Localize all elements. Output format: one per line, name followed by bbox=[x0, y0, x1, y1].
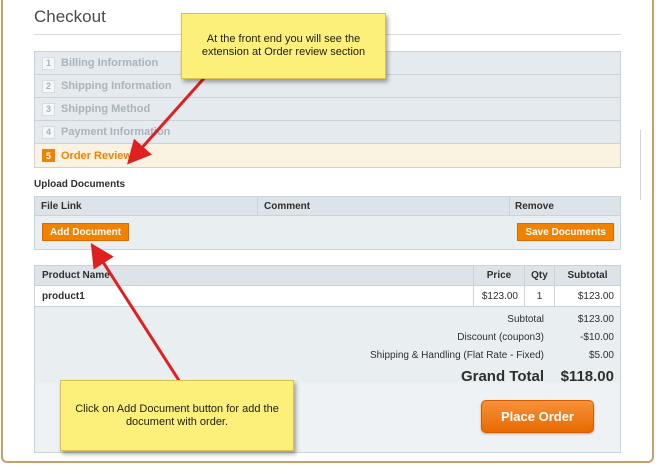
callout-note-order-review: At the front end you will see the extens… bbox=[181, 13, 386, 79]
product-name: product1 bbox=[42, 290, 85, 302]
column-subtotal: Subtotal bbox=[554, 266, 620, 285]
step-label: Shipping Method bbox=[61, 103, 151, 115]
right-divider bbox=[640, 130, 641, 200]
shipping-row: Shipping & Handling (Flat Rate - Fixed) … bbox=[35, 346, 620, 364]
step-label: Billing Information bbox=[61, 57, 159, 69]
step-payment-information[interactable]: 4 Payment Information bbox=[35, 121, 620, 144]
discount-row: Discount (coupon3) -$10.00 bbox=[35, 328, 620, 346]
column-comment: Comment bbox=[258, 197, 510, 215]
step-label: Order Review bbox=[61, 149, 132, 162]
upload-table-actions: Add Document Save Documents bbox=[35, 216, 620, 249]
upload-documents-table: File Link Comment Remove Add Document Sa… bbox=[34, 196, 621, 250]
step-number: 2 bbox=[42, 79, 55, 93]
product-qty: 1 bbox=[524, 286, 554, 306]
discount-value: -$10.00 bbox=[580, 331, 614, 343]
step-number: 3 bbox=[42, 102, 55, 116]
column-qty: Qty bbox=[524, 266, 554, 285]
subtotal-value: $123.00 bbox=[577, 313, 614, 325]
place-order-button[interactable]: Place Order bbox=[481, 400, 594, 433]
save-documents-button[interactable]: Save Documents bbox=[517, 223, 614, 241]
step-label: Payment Information bbox=[61, 126, 171, 138]
shipping-value: $5.00 bbox=[588, 349, 614, 361]
table-row: product1 $123.00 1 $123.00 bbox=[35, 286, 620, 307]
step-number: 4 bbox=[42, 125, 55, 139]
column-remove: Remove bbox=[515, 200, 554, 212]
column-price: Price bbox=[473, 266, 524, 285]
page-title: Checkout bbox=[34, 7, 106, 26]
subtotal-label: Subtotal bbox=[507, 313, 544, 325]
shipping-label: Shipping & Handling (Flat Rate - Fixed) bbox=[370, 349, 544, 361]
subtotal-row: Subtotal $123.00 bbox=[35, 310, 620, 328]
step-shipping-method[interactable]: 3 Shipping Method bbox=[35, 98, 620, 121]
upload-table-header: File Link Comment Remove bbox=[35, 197, 620, 216]
grand-total-label: Grand Total bbox=[460, 367, 544, 385]
grand-total-value: $118.00 bbox=[560, 367, 614, 385]
callout-note-add-document: Click on Add Document button for add the… bbox=[60, 380, 294, 451]
column-file-link: File Link bbox=[35, 197, 258, 215]
step-order-review[interactable]: 5 Order Review bbox=[35, 144, 620, 167]
product-price: $123.00 bbox=[473, 286, 524, 306]
step-number: 5 bbox=[42, 149, 55, 162]
add-document-button[interactable]: Add Document bbox=[42, 223, 130, 241]
order-totals: Subtotal $123.00 Discount (coupon3) -$10… bbox=[35, 307, 620, 390]
discount-label: Discount (coupon3) bbox=[457, 331, 544, 343]
order-review-table: Product Name Price Qty Subtotal product1… bbox=[34, 265, 621, 391]
column-product-name: Product Name bbox=[42, 270, 110, 281]
step-number: 1 bbox=[42, 56, 55, 70]
upload-documents-heading: Upload Documents bbox=[34, 179, 126, 190]
step-label: Shipping Information bbox=[61, 80, 172, 92]
order-table-header: Product Name Price Qty Subtotal bbox=[35, 266, 620, 286]
product-subtotal: $123.00 bbox=[554, 286, 620, 306]
